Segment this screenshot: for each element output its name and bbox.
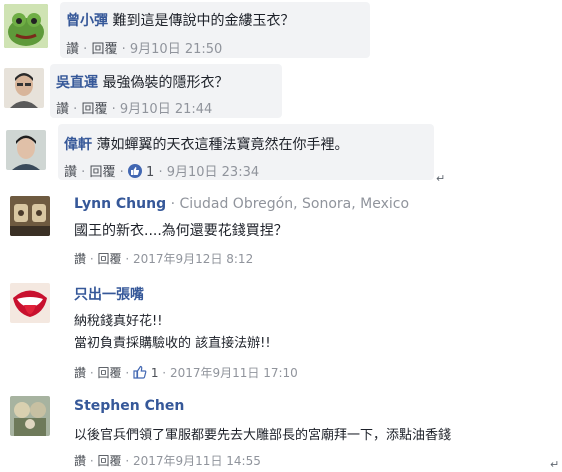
like-link[interactable]: 讚 — [74, 454, 86, 468]
reaction-count[interactable]: 1 — [146, 165, 154, 180]
comment-text-line: 納稅錢真好花!! — [74, 314, 163, 329]
avatar[interactable] — [10, 396, 50, 436]
avatar[interactable] — [4, 68, 44, 108]
like-link[interactable]: 讚 — [56, 102, 69, 117]
avatar[interactable] — [10, 283, 50, 323]
person-avatar-icon — [6, 130, 46, 170]
comment-author-row: Stephen Chen — [74, 398, 184, 414]
comment-author[interactable]: 偉軒 — [64, 137, 92, 153]
separator: · — [121, 42, 126, 57]
reply-link[interactable]: 回覆 — [98, 366, 122, 380]
comment-author-row: 只出一張嘴 — [74, 284, 144, 304]
like-link[interactable]: 讚 — [66, 42, 79, 57]
comment-author[interactable]: 曾小彈 — [66, 13, 108, 29]
comment-text: 國王的新衣....為何還要花錢買捏？ — [74, 223, 288, 239]
separator: · — [81, 165, 86, 180]
separator: · — [125, 454, 130, 468]
comment-text-row: 偉軒 薄如蟬翼的天衣這種法寶竟然在你手裡。 — [64, 134, 348, 154]
reaction-count[interactable]: 1 — [151, 366, 159, 380]
like-link[interactable]: 讚 — [74, 252, 86, 266]
avatar[interactable] — [10, 196, 50, 236]
lips-avatar-icon — [10, 283, 50, 323]
comment-text-row: 曾小彈 難到這是傳說中的金縷玉衣？ — [66, 10, 294, 30]
comment-author[interactable]: Lynn Chung — [74, 196, 166, 212]
comment-actions: 讚 · 回覆 · 2017年9月12日 8:12 — [74, 250, 253, 267]
separator: · — [119, 165, 124, 180]
return-arrow-icon: ↵ — [550, 458, 560, 471]
comment-text: 薄如蟬翼的天衣這種法寶竟然在你手裡。 — [96, 137, 349, 153]
timestamp[interactable]: 2017年9月12日 8:12 — [133, 252, 253, 266]
reply-link[interactable]: 回覆 — [81, 102, 107, 117]
comment-text-line: 當初負責採購驗收的 該直接法辦!! — [74, 336, 271, 351]
timestamp[interactable]: 2017年9月11日 17:10 — [170, 366, 298, 380]
separator: · — [89, 366, 94, 380]
comment-author[interactable]: Stephen Chen — [74, 398, 184, 414]
frog-avatar-icon — [4, 4, 48, 48]
comment-actions: 讚 · 回覆 · 2017年9月11日 14:55 — [74, 452, 261, 469]
separator: · — [73, 102, 78, 117]
comment-text: 最強偽裝的隱形衣？ — [102, 75, 229, 91]
comment-actions: 讚 · 回覆 · 1 · 2017年9月11日 17:10 — [74, 364, 298, 381]
avatar[interactable] — [4, 4, 48, 48]
timestamp[interactable]: 9月10日 21:44 — [120, 102, 212, 117]
comment-author[interactable]: 只出一張嘴 — [74, 287, 144, 303]
reply-link[interactable]: 回覆 — [98, 252, 122, 266]
reply-link[interactable]: 回覆 — [98, 454, 122, 468]
comment-author[interactable]: 吳直運 — [56, 75, 98, 91]
comment-location: Ciudad Obregón, Sonora, Mexico — [179, 196, 410, 212]
timestamp[interactable]: 2017年9月11日 14:55 — [133, 454, 261, 468]
timestamp[interactable]: 9月10日 21:50 — [130, 42, 222, 57]
person-avatar-icon — [4, 68, 44, 108]
reply-link[interactable]: 回覆 — [89, 165, 115, 180]
comment-text-row: 吳直運 最強偽裝的隱形衣？ — [56, 72, 228, 92]
comment-text: 以後官兵們領了軍服都要先去大雕部長的宮廟拜一下，添點油香錢 — [74, 428, 452, 443]
comment-header: Lynn Chung · Ciudad Obregón, Sonora, Mex… — [74, 196, 409, 212]
location-separator: · — [170, 196, 176, 212]
separator: · — [125, 366, 130, 380]
like-link[interactable]: 讚 — [64, 165, 77, 180]
separator: · — [158, 165, 163, 180]
separator: · — [111, 102, 116, 117]
separator: · — [89, 454, 94, 468]
like-link[interactable]: 讚 — [74, 366, 86, 380]
separator: · — [162, 366, 167, 380]
avatar[interactable] — [6, 130, 46, 170]
photo-avatar-icon — [10, 396, 50, 436]
photo-avatar-icon — [10, 196, 50, 236]
comment-actions: 讚 · 回覆 · 9月10日 21:50 — [66, 38, 222, 57]
timestamp[interactable]: 9月10日 23:34 — [167, 165, 259, 180]
like-reaction-icon[interactable] — [127, 164, 142, 178]
reply-link[interactable]: 回覆 — [91, 42, 117, 57]
comment-text: 難到這是傳說中的金縷玉衣？ — [112, 13, 295, 29]
return-arrow-icon: ↵ — [436, 172, 446, 185]
separator: · — [125, 252, 130, 266]
separator: · — [89, 252, 94, 266]
thumbs-up-icon[interactable] — [133, 365, 147, 379]
comment-actions: 讚 · 回覆 · 1 · 9月10日 23:34 — [64, 161, 259, 180]
comment-actions: 讚 · 回覆 · 9月10日 21:44 — [56, 98, 212, 117]
separator: · — [83, 42, 88, 57]
